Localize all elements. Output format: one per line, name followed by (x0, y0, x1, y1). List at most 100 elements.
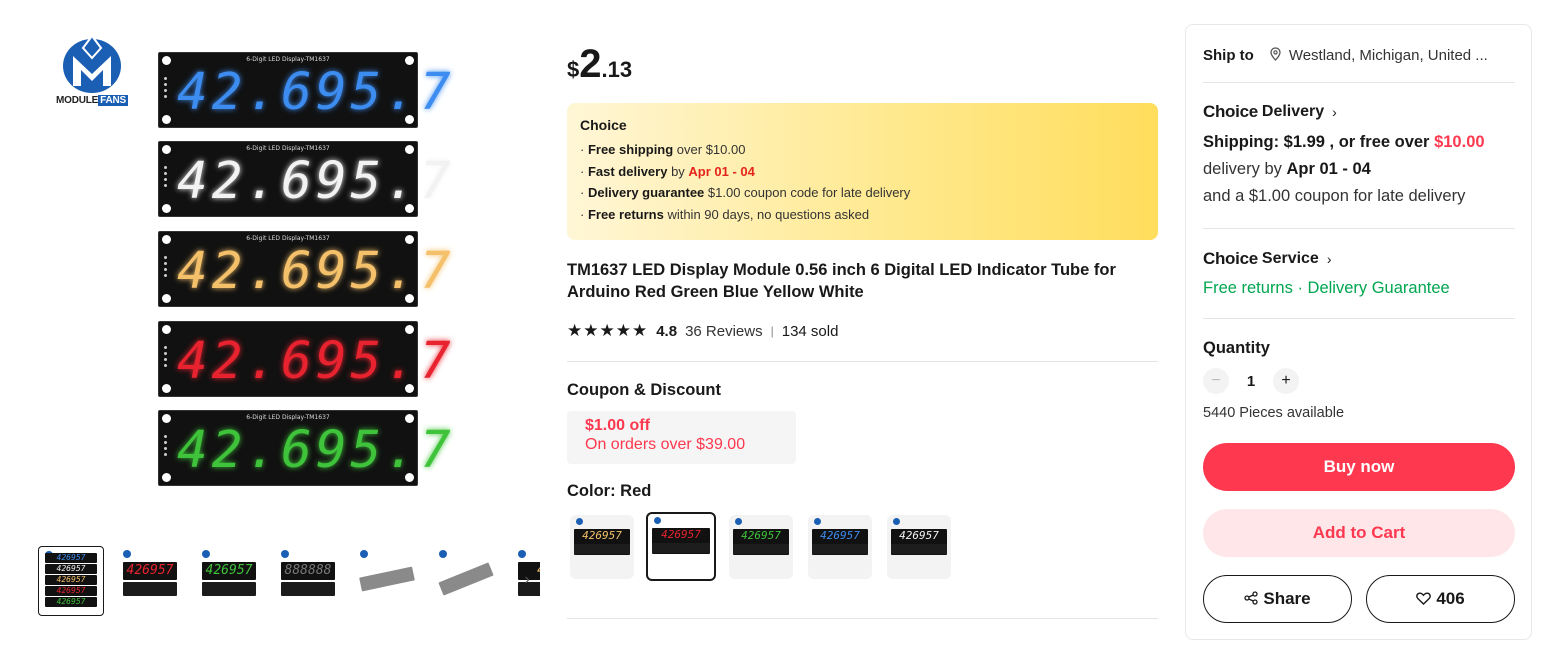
led-module-image: 6-Digit LED Display-TM1637 42.695.7 (158, 141, 455, 217)
thumb-led-digits: 426957 (202, 562, 256, 580)
reviews-link[interactable]: 36 Reviews (685, 323, 763, 340)
coupon-amount: $1.00 off (585, 417, 650, 434)
choice-benefits-box[interactable]: Choice · Free shipping over $10.00 · Fast… (567, 103, 1158, 240)
thumbnail-side-view[interactable] (354, 546, 420, 616)
thumb-led-digits: 426957 (45, 597, 97, 607)
swatch-led-digits: 426957 (820, 529, 860, 542)
purchase-panel: Ship to Westland, Michigan, United ... C… (1185, 24, 1532, 640)
rating-row: ★★★★★ 4.8 36 Reviews | 134 sold (567, 320, 838, 342)
ship-to-row[interactable]: Ship to Westland, Michigan, United ... (1203, 45, 1515, 65)
led-digits: 42.695.7 (177, 242, 455, 301)
thumb-led-digits: 426957 (45, 586, 97, 596)
module-label: 6-Digit LED Display-TM1637 (246, 235, 330, 242)
coupon-heading: Coupon & Discount (567, 381, 721, 399)
choice-delivery-link[interactable]: Choice Delivery › (1203, 102, 1515, 122)
rating-score: 4.8 (656, 322, 678, 340)
price: $2.13 (567, 42, 633, 86)
choice-benefit-line: · Delivery guarantee $1.00 coupon code f… (580, 185, 911, 200)
buy-now-button[interactable]: Buy now (1203, 443, 1515, 491)
thumbnail-all-colors[interactable]: 426957 426957 426957 426957 426957 (38, 546, 104, 616)
main-product-image[interactable]: MODULE FANS 6-Digit LED Display-TM1637 42.… (38, 30, 510, 500)
product-page: MODULE FANS 6-Digit LED Display-TM1637 42.… (0, 0, 1545, 649)
brand-logo-icon (654, 517, 661, 524)
module-label: 6-Digit LED Display-TM1637 (246, 56, 330, 63)
quantity-label: Quantity (1203, 339, 1270, 357)
led-module-image: 6-Digit LED Display-TM1637 42.695.7 (158, 410, 451, 486)
location-pin-icon (1270, 46, 1281, 64)
quantity-minus-button[interactable]: − (1203, 368, 1229, 394)
thumbnail-green[interactable]: 426957 (196, 546, 262, 616)
brand-logo-icon (123, 550, 131, 558)
choice-logo-text: Choice (1203, 249, 1258, 268)
led-module-image: 6-Digit LED Display-TM1637 42.695.7 (158, 52, 455, 128)
thumb-led-digits: 888888 (281, 562, 335, 580)
heart-icon (1416, 589, 1436, 608)
share-icon (1244, 589, 1263, 608)
thumbnail-angle-view[interactable] (433, 546, 499, 616)
module-label: 6-Digit LED Display-TM1637 (246, 414, 330, 421)
swatch-led-digits: 426957 (741, 529, 781, 542)
chevron-right-icon[interactable]: › (516, 568, 538, 592)
sold-count: 134 sold (781, 322, 839, 340)
brand-logo: MODULE FANS (46, 34, 138, 114)
module-fans-logo-icon (63, 34, 121, 93)
ship-address: Westland, Michigan, United ... (1288, 46, 1488, 64)
service-label: Service (1261, 250, 1319, 267)
divider (1203, 318, 1515, 319)
star-rating-icon: ★★★★★ (567, 321, 649, 340)
swatch-led-digits: 426957 (661, 528, 701, 541)
thumb-led-digits: 426957 (45, 564, 97, 574)
wishlist-button[interactable]: 406 (1366, 575, 1515, 623)
divider (1203, 82, 1515, 83)
quantity-input[interactable]: 1 (1229, 373, 1273, 390)
divider (1203, 228, 1515, 229)
wishlist-count: 406 (1436, 589, 1465, 608)
shipping-info: Shipping: $1.99 , or free over $10.00 de… (1203, 133, 1485, 205)
share-label: Share (1263, 589, 1311, 608)
thumbnail-strip: 426957 426957 426957 426957 426957 426957 4269… (38, 546, 540, 618)
color-swatch-blue[interactable]: 426957 (808, 515, 872, 579)
thumb-led-digits: 426957 (45, 575, 97, 585)
color-swatch-red[interactable]: 426957 (646, 512, 716, 581)
color-swatch-white[interactable]: 426957 (887, 515, 951, 579)
coupon-condition: On orders over $39.00 (585, 436, 746, 453)
divider (567, 361, 1158, 362)
thumbnail-red[interactable]: 426957 (117, 546, 183, 616)
color-swatch-yellow[interactable]: 426957 (570, 515, 634, 579)
choice-benefit-line: · Free returns within 90 days, no questi… (580, 206, 870, 222)
color-swatch-green[interactable]: 426957 (729, 515, 793, 579)
led-digits: 42.695.7 (177, 152, 455, 211)
brand-logo-icon (281, 550, 289, 558)
brand-logo-icon (202, 550, 210, 558)
add-to-cart-button[interactable]: Add to Cart (1203, 509, 1515, 557)
quantity-plus-button[interactable]: + (1273, 368, 1299, 394)
led-module-image: 6-Digit LED Display-TM1637 42.695.7 (158, 231, 455, 307)
chevron-right-icon: › (1326, 251, 1332, 267)
thumbnail-blank[interactable]: 888888 (275, 546, 341, 616)
divider (567, 618, 1158, 619)
service-benefits: Free returns · Delivery Guarantee (1203, 279, 1450, 297)
led-digits: 42.695.7 (177, 332, 455, 391)
led-module-image: 42.695.7 (158, 321, 455, 397)
choice-title: Choice (580, 117, 627, 133)
led-digits: 42.695.7 (177, 63, 455, 122)
separator: | (770, 324, 774, 338)
brand-name: MODULE FANS (55, 95, 128, 106)
quantity-stepper: − 1 + (1203, 368, 1515, 394)
delivery-label: Delivery (1261, 103, 1325, 120)
brand-logo-icon (735, 518, 742, 525)
brand-logo-icon (439, 550, 447, 558)
thumb-led-digits: 426957 (45, 553, 97, 563)
color-heading: Color: Red (567, 482, 652, 500)
choice-benefit-line: · Fast delivery by Apr 01 - 04 (580, 163, 755, 179)
share-button[interactable]: Share (1203, 575, 1352, 623)
brand-logo-icon (893, 518, 900, 525)
choice-service-link[interactable]: Choice Service › (1203, 249, 1515, 269)
coupon-card[interactable]: $1.00 off On orders over $39.00 (567, 411, 796, 464)
thumb-led-digits: 426957 (123, 562, 177, 580)
choice-logo-text: Choice (1203, 102, 1258, 121)
module-label: 6-Digit LED Display-TM1637 (246, 145, 330, 152)
product-title: TM1637 LED Display Module 0.56 inch 6 Di… (567, 261, 1116, 301)
brand-logo-icon (360, 550, 368, 558)
stock-available: 5440 Pieces available (1203, 405, 1345, 421)
